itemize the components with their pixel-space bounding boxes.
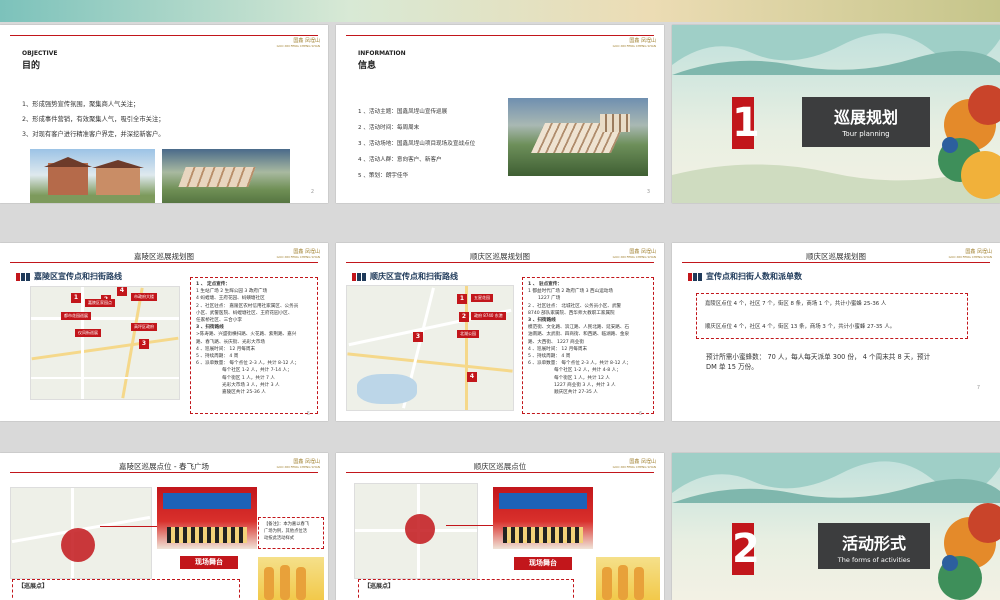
slide-objective[interactable]: 国鑫 凤埕山 GUO XIN FENG CHENG SHAN OBJECTIVE… [0, 25, 328, 203]
objective-item: 2、形成事件营销，有效聚集人气，吸引全市关注； [22, 116, 165, 123]
info-item: 5 、策划：朗宇佳华 [358, 173, 409, 179]
stage-label: 现场舞台 [514, 557, 572, 570]
logo: 国鑫 凤埕山 GUO XIN FENG CHENG SHAN [612, 459, 656, 469]
heading-cn: 目的 [22, 61, 41, 71]
section-title: 嘉陵区宣传点和扫街路线 [16, 271, 122, 282]
info-item: 3 、活动场地：国鑫凤埕山项目现场及宣战点位 [358, 141, 476, 147]
title-rule [346, 472, 654, 473]
count-box: 嘉陵区点位 4 个，社区 7 个，街区 8 条，商场 1 个，共计小蜜蜂 25-… [696, 293, 968, 339]
tour-point-box: 【巡展点】 [358, 579, 574, 600]
title-rule [10, 35, 318, 36]
map-tag: 市政府大楼 [131, 293, 157, 301]
pointer-line [100, 526, 160, 527]
heading-en: OBJECTIVE [22, 50, 58, 57]
aerial-render [508, 98, 648, 176]
jialing-map[interactable]: 1 2 3 4 市政府大楼 都市花园巡展 高坪区政府 仪凤街巡展 嘉陵区家园点 [30, 286, 180, 400]
map-tag: 北湖公园 [457, 330, 479, 338]
shunqing-map[interactable]: 1 2 3 4 五星花园 政府 8740 东港 北湖公园 [346, 285, 514, 411]
heading-en: INFORMATION [358, 50, 406, 57]
jialing-info-box: 1 、 定点宣传： 1 生站广场 2 生辉公园 3 政府广场 4 蚂蝗塘、王府花… [190, 277, 318, 414]
stage-photo [157, 487, 257, 549]
objective-item: 3、对现有客户进行精准客户界定，并深挖新客户。 [22, 131, 165, 138]
slide-information[interactable]: 国鑫 凤埕山 GUO XIN FENG CHENG SHAN INFORMATI… [336, 25, 664, 203]
title-rule [346, 262, 654, 263]
section-title: 宣传点和扫街人数和派单数 [688, 271, 802, 282]
map-pin[interactable]: 2 [459, 312, 469, 322]
villa-photo-1 [30, 149, 155, 203]
title-rule [682, 262, 990, 263]
slide-cover-tour[interactable]: 1 巡展规划 Tour planning [672, 25, 1000, 203]
page-number: 3 [646, 189, 650, 195]
title-rule [10, 262, 318, 263]
shunqing-info-box: 1 、 驻点宣传： 1 都益时代广场 2 政府广场 3 西山运动场 1227 广… [522, 277, 654, 414]
tree-art [930, 65, 1000, 203]
summary-line: 预计所需小蜜蜂数： 70 人，每人每天派单 300 份， 4 个周末共 8 天，… [706, 353, 931, 361]
logo: 国鑫 凤埕山 GUO XIN FENG CHENG SHAN [612, 249, 656, 259]
logo: 国鑫 凤埕山 GUO XIN FENG CHENG SHAN [948, 249, 992, 259]
map-tag: 五星花园 [471, 294, 493, 302]
map-tag: 仪凤街巡展 [75, 329, 101, 337]
page-number: 6 [638, 411, 642, 417]
site-marker[interactable] [61, 528, 95, 562]
heading-cn: 信息 [358, 61, 377, 71]
page-number: 5 [306, 411, 310, 417]
slide-jialing-site[interactable]: 嘉陵区巡展点位 - 春飞广场 国鑫 凤埕山 GUO XIN FENG CHENG… [0, 453, 328, 600]
map-tag: 政府 8740 东港 [471, 312, 506, 320]
slide-cover-activities[interactable]: 2 活动形式 The forms of activities [672, 453, 1000, 600]
logo: 国鑫 凤埕山 GUO XIN FENG CHENG SHAN [276, 38, 320, 48]
section-title-box: 活动形式 The forms of activities [818, 523, 930, 569]
map-pin[interactable]: 3 [413, 332, 423, 342]
tree-art [930, 493, 1000, 600]
map-tag: 都市花园巡展 [61, 312, 91, 320]
map-pin[interactable]: 1 [457, 294, 467, 304]
logo: 国鑫 凤埕山 GUO XIN FENG CHENG SHAN [276, 249, 320, 259]
slide-shunqing-plan[interactable]: 顺庆区巡展规划图 国鑫 凤埕山 GUO XIN FENG CHENG SHAN … [336, 243, 664, 421]
slide-jialing-plan[interactable]: 嘉陵区巡展规划图 国鑫 凤埕山 GUO XIN FENG CHENG SHAN … [0, 243, 328, 421]
page-number: 7 [976, 385, 980, 391]
info-item: 1 、活动主题：国鑫凤埕山宣传巡展 [358, 109, 448, 115]
villa-photo-2 [162, 149, 290, 203]
note-box: 【备注】：本为嘉以春飞 广场为例，其他点位活 动按此活动样式 [258, 517, 324, 549]
site-marker[interactable] [405, 514, 435, 544]
stage-photo [493, 487, 593, 549]
tour-point-box: 【巡展点】 [12, 579, 240, 600]
title-rule [10, 472, 318, 473]
map-pin[interactable]: 3 [139, 339, 149, 349]
section-number: 2 [732, 523, 760, 575]
section-title: 顺庆区宣传点和扫街路线 [352, 271, 458, 282]
map-pin[interactable]: 1 [71, 293, 81, 303]
slide-shunqing-site[interactable]: 顺庆区巡展点位 国鑫 凤埕山 GUO XIN FENG CHENG SHAN 现… [336, 453, 664, 600]
site-map[interactable] [10, 487, 152, 579]
site-map[interactable] [354, 483, 478, 579]
river [357, 374, 417, 404]
page-number: 2 [310, 189, 314, 195]
objective-item: 1、形成强势宣传氛围，聚集商人气关注； [22, 101, 140, 108]
map-tag: 高坪区政府 [131, 323, 157, 331]
section-title-box: 巡展规划 Tour planning [802, 97, 930, 147]
slide-staff-count[interactable]: 顺庆区巡展规划图 国鑫 凤埕山 GUO XIN FENG CHENG SHAN … [672, 243, 1000, 421]
map-pin[interactable]: 4 [467, 372, 477, 382]
section-number: 1 [732, 97, 760, 149]
info-item: 2 、活动时间：每周周末 [358, 125, 420, 131]
logo: 国鑫 凤埕山 GUO XIN FENG CHENG SHAN [612, 38, 656, 48]
promoters-photo [596, 557, 660, 600]
info-item: 4 、活动人群：意向客户、新客户 [358, 157, 442, 163]
pointer-line [446, 525, 496, 526]
logo: 国鑫 凤埕山 GUO XIN FENG CHENG SHAN [276, 459, 320, 469]
promoters-photo [258, 557, 324, 600]
stage-label: 现场舞台 [180, 556, 238, 569]
summary-line: DM 单 15 万份。 [706, 363, 758, 371]
map-tag: 嘉陵区家园点 [85, 299, 115, 307]
title-rule [346, 35, 654, 36]
top-scenic-strip [0, 0, 1000, 22]
map-pin[interactable]: 4 [117, 287, 127, 296]
